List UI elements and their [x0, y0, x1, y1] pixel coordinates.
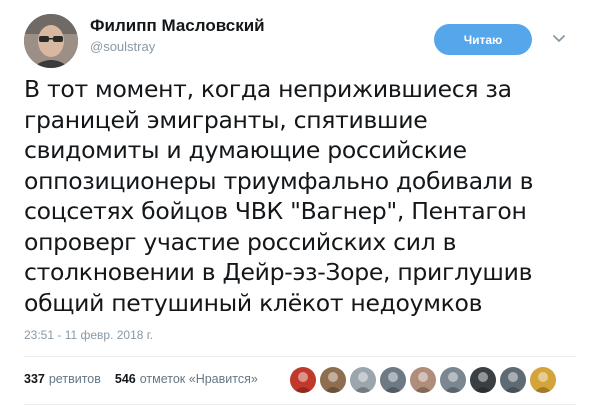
likes-count: 546 [114, 372, 136, 386]
tweet-line: свидомиты и думающие российские [24, 136, 467, 164]
follow-button[interactable]: Читаю [434, 24, 532, 55]
author-name[interactable]: Филипп Масловский [90, 16, 265, 36]
divider [24, 404, 576, 405]
retweets-count: 337 [24, 372, 45, 386]
liker-avatar-6[interactable] [440, 367, 466, 393]
tweet-line: столкновении в Дейр-эз-Зоре, приглушив [24, 258, 533, 286]
tweet-line: границей эмигранты, спятившие [24, 105, 428, 134]
liker-avatar-2[interactable] [320, 367, 346, 393]
liker-avatar-9[interactable] [530, 367, 556, 393]
tweet-line: оппозиционеры триумфально добивали в [24, 166, 534, 195]
liker-avatar-1[interactable] [290, 367, 316, 393]
divider [24, 356, 576, 357]
liker-avatar-8[interactable] [500, 367, 526, 393]
tweet-stats: 337 ретвитов 546 отметок «Нравится» [24, 372, 272, 386]
tweet-line: соцсетях бойцов ЧВК "Вагнер", Пентагон [24, 197, 527, 225]
likes-label: отметок «Нравится» [139, 372, 258, 386]
likers-avatars [290, 367, 560, 393]
chevron-down-icon[interactable] [551, 31, 567, 47]
author-handle[interactable]: @soulstray [90, 39, 155, 54]
retweets-label: ретвитов [48, 372, 101, 386]
liker-avatar-4[interactable] [380, 367, 406, 393]
tweet-line: В тот момент, когда неприжившиеся за [24, 75, 512, 103]
retweets-stat[interactable]: 337 ретвитов [24, 372, 101, 386]
tweet-text: В тот момент, когда неприжившиеся за гра… [24, 74, 584, 318]
tweet-line: опроверг участие российских сил в [24, 227, 457, 256]
liker-avatar-7[interactable] [470, 367, 496, 393]
liker-avatar-3[interactable] [350, 367, 376, 393]
tweet-timestamp[interactable]: 23:51 - 11 февр. 2018 г. [24, 328, 153, 342]
liker-avatar-5[interactable] [410, 367, 436, 393]
author-avatar[interactable] [24, 14, 78, 68]
likes-stat[interactable]: 546 отметок «Нравится» [115, 372, 258, 386]
tweet-line: общий петушиный клёкот недоумков [24, 288, 483, 317]
profile-photo-icon [24, 14, 78, 68]
